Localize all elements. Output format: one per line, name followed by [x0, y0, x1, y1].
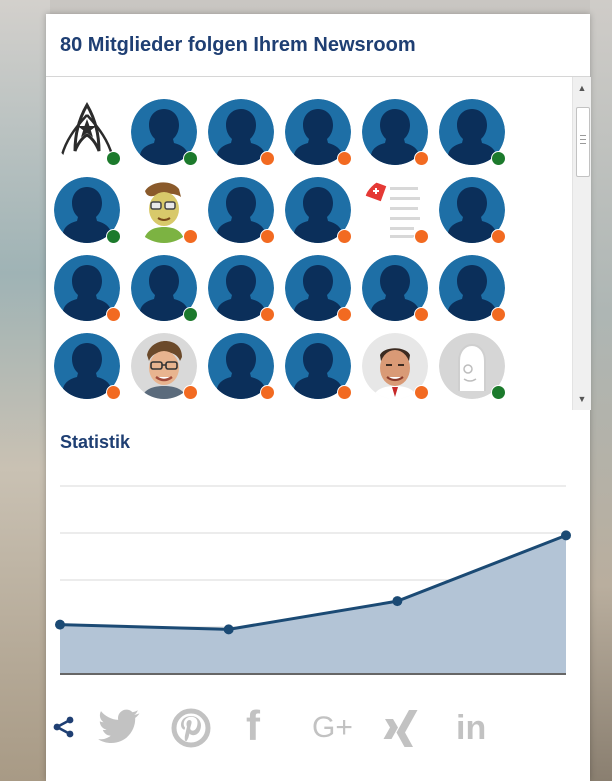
twitter-icon[interactable]	[98, 709, 140, 745]
google-plus-icon[interactable]: G+	[312, 710, 368, 746]
member-avatar[interactable]	[439, 177, 506, 244]
member-avatar[interactable]	[362, 177, 429, 244]
members-list	[46, 77, 590, 410]
chart-area	[60, 535, 566, 674]
status-dot	[491, 385, 506, 400]
member-avatar[interactable]	[208, 99, 275, 166]
member-avatar[interactable]	[208, 255, 275, 322]
xing-icon[interactable]	[382, 709, 422, 749]
background-right	[590, 0, 612, 781]
status-dot	[414, 151, 429, 166]
member-avatar[interactable]	[285, 177, 352, 244]
status-dot	[491, 307, 506, 322]
avatar-grid	[54, 99, 506, 410]
member-avatar[interactable]	[285, 255, 352, 322]
statistics-chart	[46, 474, 590, 684]
grip-line	[580, 143, 586, 144]
status-dot	[260, 307, 275, 322]
status-dot	[183, 307, 198, 322]
scroll-thumb[interactable]	[576, 107, 590, 177]
status-dot	[183, 385, 198, 400]
status-dot	[337, 229, 352, 244]
status-dot	[260, 385, 275, 400]
status-dot	[414, 385, 429, 400]
status-dot	[491, 229, 506, 244]
pinterest-icon[interactable]	[171, 708, 211, 748]
member-avatar[interactable]	[208, 333, 275, 400]
scroll-up-button[interactable]: ▲	[573, 79, 591, 97]
status-dot	[260, 229, 275, 244]
member-avatar[interactable]	[131, 333, 198, 400]
members-scrollbar[interactable]: ▲ ▼	[572, 77, 591, 410]
newsroom-followers-panel: 80 Mitglieder folgen Ihrem Newsroom ▲ ▼ …	[46, 14, 591, 781]
status-dot	[106, 151, 121, 166]
member-avatar[interactable]	[54, 333, 121, 400]
status-dot	[337, 385, 352, 400]
member-avatar[interactable]	[285, 99, 352, 166]
member-avatar[interactable]	[54, 99, 121, 166]
chart-data-point	[223, 624, 234, 635]
status-dot	[414, 229, 429, 244]
share-bar: f G+ in	[46, 702, 590, 752]
member-avatar[interactable]	[131, 255, 198, 322]
background-left	[0, 0, 50, 781]
status-dot	[337, 307, 352, 322]
member-avatar[interactable]	[362, 255, 429, 322]
member-avatar[interactable]	[439, 255, 506, 322]
chart-svg	[55, 485, 571, 675]
member-avatar[interactable]	[208, 177, 275, 244]
status-dot	[106, 229, 121, 244]
member-avatar[interactable]	[362, 99, 429, 166]
status-dot	[260, 151, 275, 166]
member-avatar[interactable]	[54, 255, 121, 322]
member-avatar[interactable]	[439, 99, 506, 166]
member-avatar[interactable]	[54, 177, 121, 244]
chart-data-point	[55, 619, 65, 630]
status-dot	[183, 151, 198, 166]
statistics-title: Statistik	[60, 432, 131, 452]
chart-data-point	[392, 596, 403, 607]
status-dot	[337, 151, 352, 166]
grip-line	[580, 135, 586, 136]
facebook-icon[interactable]: f	[246, 704, 276, 748]
scroll-down-button[interactable]: ▼	[573, 390, 591, 408]
followers-title: 80 Mitglieder folgen Ihrem Newsroom	[60, 34, 416, 56]
member-avatar[interactable]	[131, 177, 198, 244]
status-dot	[414, 307, 429, 322]
member-avatar[interactable]	[285, 333, 352, 400]
linkedin-icon[interactable]: in	[456, 710, 502, 746]
member-avatar[interactable]	[362, 333, 429, 400]
status-dot	[106, 307, 121, 322]
status-dot	[491, 151, 506, 166]
member-avatar[interactable]	[131, 99, 198, 166]
status-dot	[183, 229, 198, 244]
grip-line	[580, 139, 586, 140]
chart-data-point	[561, 530, 571, 541]
member-avatar[interactable]	[439, 333, 506, 400]
status-dot	[106, 385, 121, 400]
share-icon[interactable]	[52, 715, 76, 739]
panel-header: 80 Mitglieder folgen Ihrem Newsroom	[46, 14, 590, 77]
